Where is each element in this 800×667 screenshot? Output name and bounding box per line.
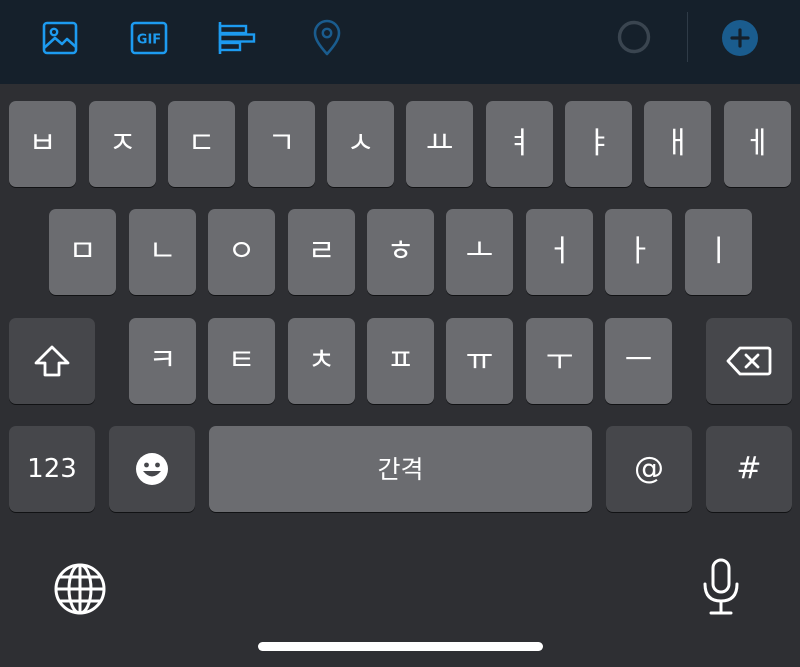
- numbers-key[interactable]: 123: [9, 426, 95, 512]
- key-label: ㄴ: [148, 234, 177, 269]
- char-count-ring-icon: [614, 17, 654, 57]
- composer-toolbar: GIF: [0, 0, 800, 84]
- key-label: ㅇ: [227, 234, 256, 269]
- key-row2-7[interactable]: ㅓ: [526, 209, 593, 295]
- key-label: ㄱ: [267, 126, 296, 161]
- key-label: ㄹ: [307, 234, 336, 269]
- key-label: ㅏ: [624, 234, 653, 269]
- gif-icon[interactable]: GIF: [128, 18, 170, 58]
- key-label: ㅔ: [743, 126, 772, 161]
- key-label: ㅍ: [386, 343, 415, 378]
- key-row3-1[interactable]: ㅋ: [129, 318, 196, 404]
- key-row2-3[interactable]: ㅇ: [208, 209, 275, 295]
- globe-icon[interactable]: [52, 561, 108, 617]
- key-row3-5[interactable]: ㅠ: [446, 318, 513, 404]
- key-label: ㅓ: [545, 234, 574, 269]
- key-row1-2[interactable]: ㅈ: [89, 101, 156, 187]
- add-icon[interactable]: [720, 18, 760, 58]
- key-row1-10[interactable]: ㅔ: [724, 101, 791, 187]
- hash-key[interactable]: #: [706, 426, 792, 512]
- emoji-key[interactable]: [109, 426, 195, 512]
- key-label: ㅛ: [425, 126, 454, 161]
- backspace-icon: [726, 346, 772, 376]
- key-label: ㅂ: [28, 126, 57, 161]
- key-label: ㅅ: [346, 126, 375, 161]
- key-row2-4[interactable]: ㄹ: [288, 209, 355, 295]
- key-row3-7[interactable]: ㅡ: [605, 318, 672, 404]
- key-row1-6[interactable]: ㅛ: [406, 101, 473, 187]
- key-row2-9[interactable]: ㅣ: [685, 209, 752, 295]
- key-label: ㅌ: [227, 343, 256, 378]
- key-row1-7[interactable]: ㅕ: [486, 101, 553, 187]
- toolbar-divider: [687, 12, 688, 62]
- home-indicator: [258, 642, 543, 651]
- key-row1-9[interactable]: ㅐ: [644, 101, 711, 187]
- numbers-key-label: 123: [27, 454, 77, 484]
- key-label: ㅊ: [307, 343, 336, 378]
- hash-key-label: #: [736, 451, 762, 486]
- key-label: ㅣ: [704, 234, 733, 269]
- at-key-label: @: [634, 451, 664, 486]
- key-row2-6[interactable]: ㅗ: [446, 209, 513, 295]
- key-row2-8[interactable]: ㅏ: [605, 209, 672, 295]
- key-label: ㄷ: [187, 126, 216, 161]
- key-row3-3[interactable]: ㅊ: [288, 318, 355, 404]
- microphone-icon[interactable]: [698, 556, 744, 618]
- key-row3-2[interactable]: ㅌ: [208, 318, 275, 404]
- shift-icon: [34, 345, 70, 377]
- at-key[interactable]: @: [606, 426, 692, 512]
- key-label: ㅡ: [624, 343, 653, 378]
- poll-icon[interactable]: [216, 18, 258, 58]
- space-key[interactable]: 간격: [209, 426, 592, 512]
- key-label: ㅈ: [108, 126, 137, 161]
- image-icon[interactable]: [40, 18, 80, 58]
- key-label: ㅕ: [505, 126, 534, 161]
- gif-label: GIF: [137, 33, 161, 48]
- key-row1-8[interactable]: ㅑ: [565, 101, 632, 187]
- key-label: ㅑ: [584, 126, 613, 161]
- key-row1-3[interactable]: ㄷ: [168, 101, 235, 187]
- key-row2-5[interactable]: ㅎ: [367, 209, 434, 295]
- key-row1-1[interactable]: ㅂ: [9, 101, 76, 187]
- key-row2-2[interactable]: ㄴ: [129, 209, 196, 295]
- key-row3-6[interactable]: ㅜ: [526, 318, 593, 404]
- shift-key[interactable]: [9, 318, 95, 404]
- key-label: ㅋ: [148, 343, 177, 378]
- backspace-key[interactable]: [706, 318, 792, 404]
- key-row1-5[interactable]: ㅅ: [327, 101, 394, 187]
- space-key-label: 간격: [377, 454, 424, 484]
- key-row1-4[interactable]: ㄱ: [248, 101, 315, 187]
- key-label: ㅁ: [68, 234, 97, 269]
- location-icon[interactable]: [308, 18, 346, 58]
- key-label: ㅗ: [465, 234, 494, 269]
- key-row2-1[interactable]: ㅁ: [49, 209, 116, 295]
- key-label: ㅐ: [663, 126, 692, 161]
- key-label: ㅎ: [386, 234, 415, 269]
- emoji-icon: [136, 453, 168, 485]
- key-row3-4[interactable]: ㅍ: [367, 318, 434, 404]
- key-label: ㅜ: [545, 343, 574, 378]
- key-label: ㅠ: [465, 343, 494, 378]
